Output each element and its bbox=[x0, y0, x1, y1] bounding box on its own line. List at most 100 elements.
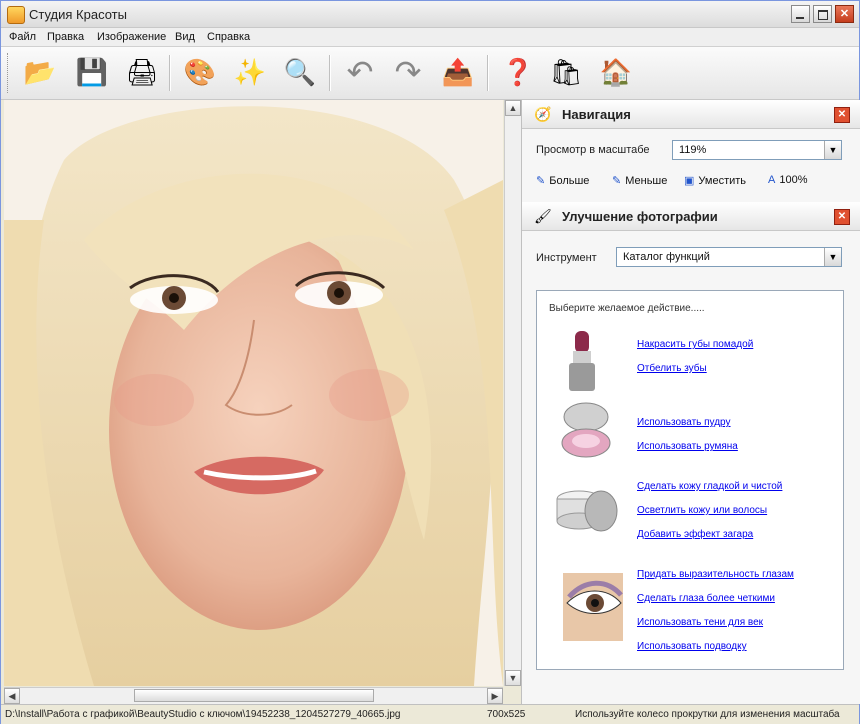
status-image-size: 700x525 bbox=[487, 709, 526, 720]
scroll-left-icon[interactable]: ◀ bbox=[4, 688, 20, 704]
chevron-down-icon[interactable]: ▼ bbox=[824, 141, 841, 159]
tool-value: Каталог функций bbox=[623, 251, 710, 263]
palette-icon: 🎨 bbox=[183, 57, 217, 87]
zoom-page-button[interactable]: 🔍 bbox=[281, 53, 319, 91]
maximize-button[interactable] bbox=[813, 5, 832, 23]
app-window: Студия Красоты ✕ Файл Правка Изображение… bbox=[0, 0, 860, 724]
minimize-button[interactable] bbox=[791, 5, 810, 23]
close-icon: ✕ bbox=[837, 211, 847, 222]
catalog-link-smooth-skin[interactable]: Сделать кожу гладкой и чистой bbox=[637, 481, 782, 492]
magic-wand-icon: ✨ bbox=[233, 57, 267, 87]
catalog-link-lips[interactable]: Накрасить губы помадой bbox=[637, 339, 753, 350]
enhance-panel-header[interactable]: 🖌 Улучшение фотографии ✕ bbox=[522, 202, 860, 231]
menu-image[interactable]: Изображение bbox=[97, 31, 166, 43]
help-button[interactable]: ❓ bbox=[499, 53, 537, 91]
status-file-path: D:\Install\Работа с графикой\BeautyStudi… bbox=[5, 709, 401, 720]
undo-button[interactable]: ↶ bbox=[341, 53, 379, 91]
home-button[interactable]: 🏠 bbox=[597, 53, 635, 91]
undo-icon: ↶ bbox=[346, 54, 374, 90]
magic-wand-button[interactable]: ✨ bbox=[231, 53, 269, 91]
title-bar[interactable]: Студия Красоты ✕ bbox=[1, 1, 859, 28]
zoom-label: Просмотр в масштабе bbox=[536, 144, 650, 156]
catalog-link-eyeshadow[interactable]: Использовать тени для век bbox=[637, 617, 763, 628]
zoom-out-icon: ✎ bbox=[612, 175, 622, 187]
catalog-link-lighten[interactable]: Осветлить кожу или волосы bbox=[637, 505, 767, 516]
palette-button[interactable]: 🎨 bbox=[181, 53, 219, 91]
scroll-right-icon[interactable]: ▶ bbox=[487, 688, 503, 704]
print-icon: 🖨 bbox=[125, 57, 159, 87]
chevron-down-icon[interactable]: ▼ bbox=[824, 248, 841, 266]
side-panel: 🧭 Навигация ✕ Просмотр в масштабе 119% ▼… bbox=[521, 100, 860, 704]
eye-makeup-icon bbox=[563, 573, 623, 641]
actual-size-label: 100% bbox=[779, 174, 808, 186]
fit-link[interactable]: ▣ Уместить bbox=[684, 174, 747, 188]
shop-button[interactable]: 🛍 bbox=[547, 53, 585, 91]
function-catalog: Выберите желаемое действие..... Накрасит… bbox=[536, 290, 844, 670]
navigation-close-button[interactable]: ✕ bbox=[834, 107, 850, 123]
close-icon: ✕ bbox=[839, 8, 850, 20]
fit-icon: ▣ bbox=[684, 175, 695, 187]
scroll-thumb[interactable] bbox=[134, 689, 374, 702]
zoom-out-link[interactable]: ✎ Меньше bbox=[612, 174, 668, 188]
open-button[interactable]: 📂 bbox=[21, 53, 59, 91]
catalog-link-blush[interactable]: Использовать румяна bbox=[637, 441, 738, 452]
actual-size-link[interactable]: A 100% bbox=[768, 174, 807, 186]
scroll-up-icon[interactable]: ▲ bbox=[505, 100, 521, 116]
window-title: Студия Красоты bbox=[29, 7, 127, 22]
menu-edit[interactable]: Правка bbox=[47, 31, 84, 43]
zoom-out-label: Меньше bbox=[625, 174, 668, 187]
shopping-bag-icon: 🛍 bbox=[549, 57, 583, 87]
enhance-title: Улучшение фотографии bbox=[562, 209, 718, 224]
zoom-page-icon: 🔍 bbox=[283, 57, 317, 87]
export-button[interactable]: 📤 bbox=[439, 53, 477, 91]
photo-canvas[interactable] bbox=[4, 100, 503, 686]
fit-label: Уместить bbox=[698, 174, 747, 187]
save-button[interactable]: 💾 bbox=[73, 53, 111, 91]
scroll-down-icon[interactable]: ▼ bbox=[505, 670, 521, 686]
status-hint: Используйте колесо прокрутки для изменен… bbox=[575, 709, 840, 720]
redo-icon: ↷ bbox=[394, 54, 422, 90]
tool-select[interactable]: Каталог функций ▼ bbox=[616, 247, 842, 267]
zoom-in-label: Больше bbox=[549, 174, 590, 187]
powder-compact-icon bbox=[561, 402, 611, 458]
toolbar-separator bbox=[487, 55, 489, 91]
menu-view[interactable]: Вид bbox=[175, 31, 195, 43]
horizontal-scrollbar[interactable]: ◀ ▶ bbox=[4, 687, 503, 704]
catalog-link-expressive-eyes[interactable]: Придать выразительность глазам bbox=[637, 569, 794, 580]
toolbar-grip[interactable] bbox=[7, 53, 11, 93]
catalog-link-eyeliner[interactable]: Использовать подводку bbox=[637, 641, 747, 652]
catalog-link-sharp-eyes[interactable]: Сделать глаза более четкими bbox=[637, 593, 775, 604]
zoom-in-link[interactable]: ✎ Больше bbox=[536, 174, 590, 188]
tool-label: Инструмент bbox=[536, 252, 597, 264]
navigation-title: Навигация bbox=[562, 107, 631, 122]
print-button[interactable]: 🖨 bbox=[123, 53, 161, 91]
open-icon: 📂 bbox=[23, 57, 57, 87]
navigation-icon: 🧭 bbox=[534, 106, 552, 122]
redo-button[interactable]: ↷ bbox=[389, 53, 427, 91]
brush-icon: 🖌 bbox=[534, 208, 552, 224]
menu-help[interactable]: Справка bbox=[207, 31, 250, 43]
cream-jar-icon bbox=[556, 490, 618, 532]
maximize-icon bbox=[818, 10, 828, 20]
close-window-button[interactable]: ✕ bbox=[835, 5, 854, 23]
navigation-panel-header[interactable]: 🧭 Навигация ✕ bbox=[522, 100, 860, 129]
menu-file[interactable]: Файл bbox=[9, 31, 36, 43]
catalog-link-teeth[interactable]: Отбелить зубы bbox=[637, 363, 707, 374]
zoom-value: 119% bbox=[679, 144, 707, 156]
actual-size-icon: A bbox=[768, 174, 776, 186]
minimize-icon bbox=[796, 17, 804, 19]
close-icon: ✕ bbox=[837, 109, 847, 120]
catalog-hint: Выберите желаемое действие..... bbox=[549, 303, 705, 314]
main-toolbar: 📂 💾 🖨 🎨 ✨ 🔍 ↶ ↷ 📤 ❓ 🛍 🏠 bbox=[1, 47, 859, 100]
lipstick-icon bbox=[569, 331, 595, 391]
zoom-in-icon: ✎ bbox=[536, 175, 546, 187]
app-logo-icon bbox=[7, 6, 25, 24]
zoom-select[interactable]: 119% ▼ bbox=[672, 140, 842, 160]
menu-bar: Файл Правка Изображение Вид Справка bbox=[1, 28, 859, 47]
catalog-link-powder[interactable]: Использовать пудру bbox=[637, 417, 731, 428]
toolbar-separator bbox=[329, 55, 331, 91]
home-icon: 🏠 bbox=[599, 57, 633, 87]
vertical-scrollbar[interactable]: ▲ ▼ bbox=[504, 100, 521, 686]
catalog-link-tan[interactable]: Добавить эффект загара bbox=[637, 529, 753, 540]
enhance-close-button[interactable]: ✕ bbox=[834, 209, 850, 225]
